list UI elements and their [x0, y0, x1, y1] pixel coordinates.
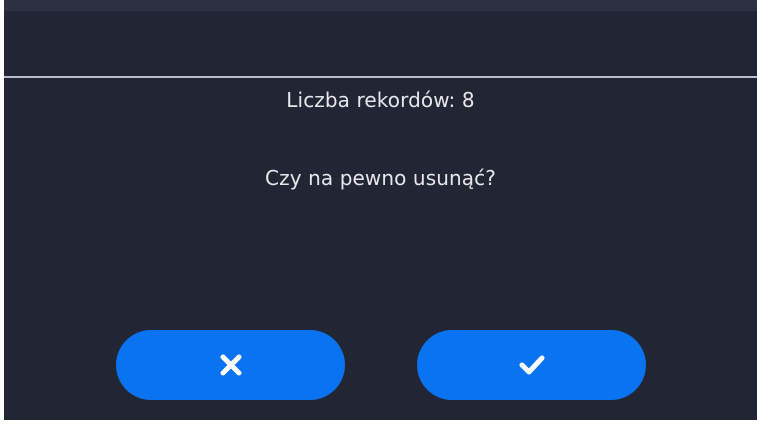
delete-confirmation-screen: Liczba rekordów: 8 Czy na pewno usunąć?	[4, 0, 757, 420]
check-icon	[519, 354, 545, 376]
header-divider	[4, 76, 757, 78]
delete-question-text: Czy na pewno usunąć?	[265, 166, 496, 190]
cancel-button[interactable]	[116, 330, 345, 400]
record-count-text: Liczba rekordów: 8	[286, 88, 475, 112]
top-bar	[4, 0, 757, 11]
close-icon	[220, 354, 242, 376]
confirm-button[interactable]	[417, 330, 646, 400]
